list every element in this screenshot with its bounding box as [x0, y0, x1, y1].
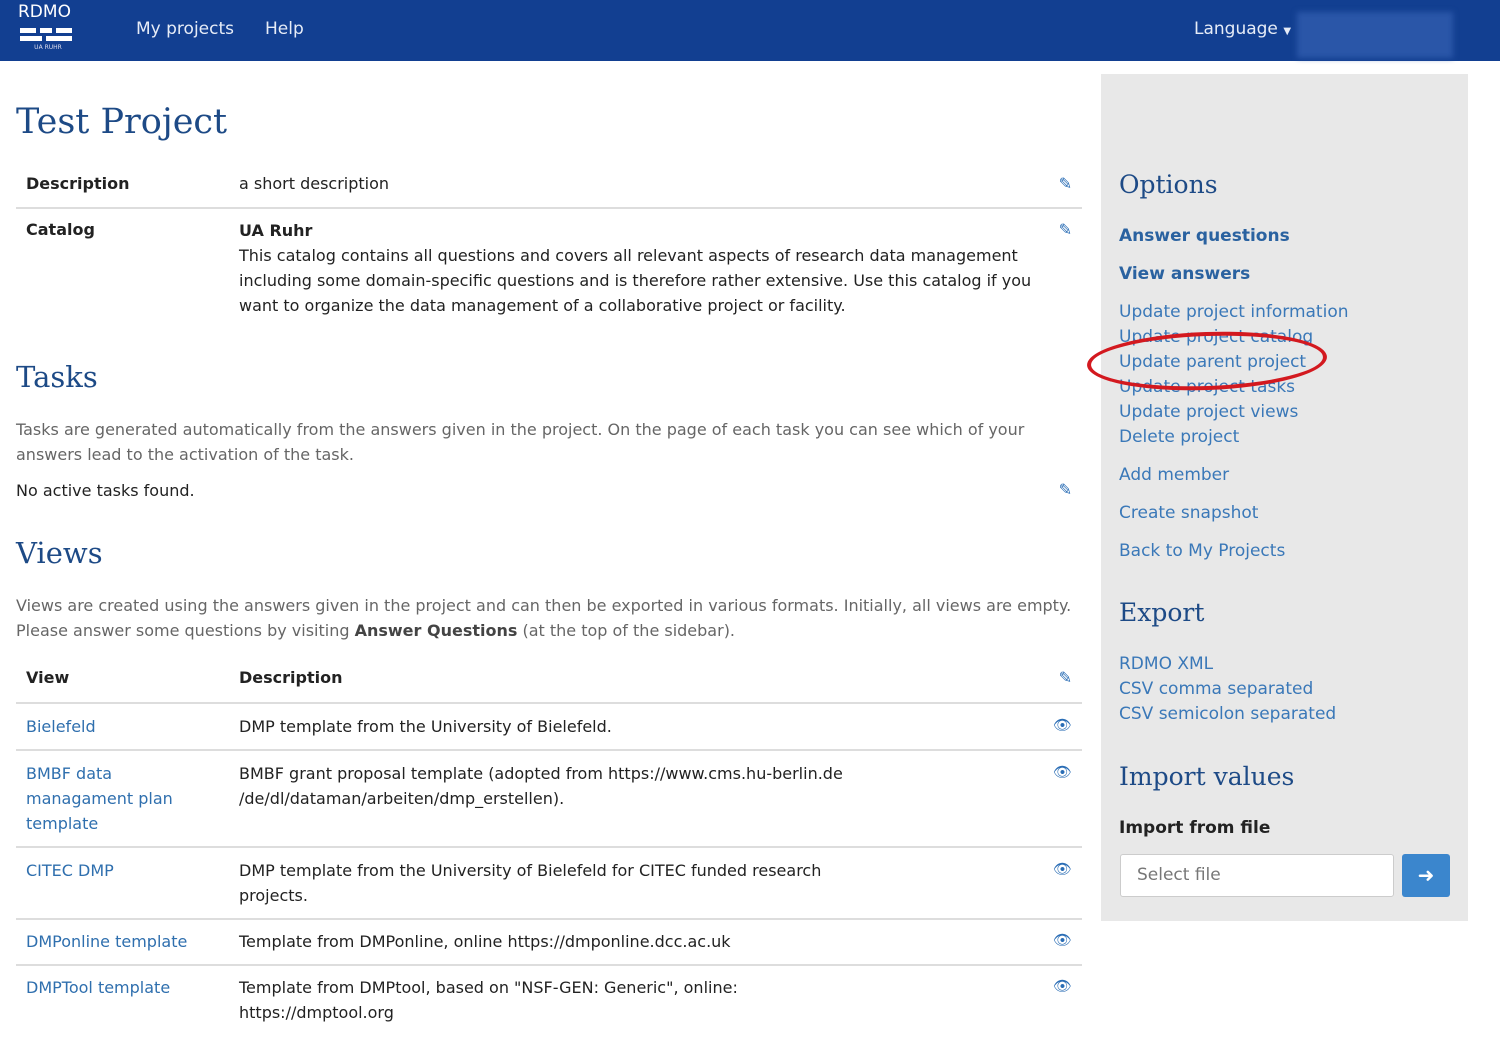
- language-dropdown[interactable]: Language ▼: [1194, 19, 1291, 39]
- tasks-empty: No active tasks found.: [16, 481, 195, 500]
- view-link[interactable]: BMBF data managament plan template: [26, 761, 196, 836]
- eye-icon[interactable]: 👁: [1053, 860, 1072, 878]
- nav-help[interactable]: Help: [265, 19, 304, 39]
- col-view: View: [26, 668, 70, 687]
- user-menu-blurred[interactable]: [1297, 12, 1453, 58]
- update-views-link[interactable]: Update project views: [1119, 402, 1298, 422]
- nav-my-projects[interactable]: My projects: [136, 19, 234, 39]
- delete-project-link[interactable]: Delete project: [1119, 427, 1239, 447]
- page-title: Test Project: [16, 102, 228, 142]
- catalog-label: Catalog: [26, 220, 95, 239]
- edit-pencil-icon[interactable]: ✎: [1059, 668, 1072, 687]
- table-row: BMBF data managament plan template BMBF …: [16, 751, 1082, 848]
- description-row: Description a short description ✎: [16, 163, 1082, 209]
- create-snapshot-link[interactable]: Create snapshot: [1119, 503, 1258, 523]
- back-link[interactable]: Back to My Projects: [1119, 541, 1285, 561]
- view-link[interactable]: CITEC DMP: [26, 858, 114, 883]
- export-xml-link[interactable]: RDMO XML: [1119, 654, 1213, 674]
- view-description: Template from DMPtool, based on "NSF-GEN…: [239, 978, 738, 1022]
- language-label: Language: [1194, 19, 1278, 39]
- catalog-row: Catalog UA Ruhr This catalog contains al…: [16, 209, 1082, 327]
- view-link[interactable]: DMPonline template: [26, 929, 187, 954]
- description-label: Description: [26, 174, 130, 193]
- table-row: DMPTool template Template from DMPtool, …: [16, 966, 1082, 1038]
- catalog-text: This catalog contains all questions and …: [239, 246, 1032, 315]
- arrow-right-icon[interactable]: ➜: [1402, 854, 1450, 897]
- view-description: Template from DMPonline, online https://…: [239, 932, 731, 951]
- view-link[interactable]: DMPTool template: [26, 975, 170, 1000]
- export-csv-comma-link[interactable]: CSV comma separated: [1119, 679, 1313, 699]
- eye-icon[interactable]: 👁: [1053, 763, 1072, 781]
- edit-pencil-icon[interactable]: ✎: [1059, 480, 1072, 499]
- table-row: CITEC DMP DMP template from the Universi…: [16, 848, 1082, 920]
- eye-icon[interactable]: 👁: [1053, 931, 1072, 949]
- edit-pencil-icon[interactable]: ✎: [1059, 220, 1072, 239]
- brand-text: RDMO: [18, 2, 71, 22]
- answer-questions-link[interactable]: Answer questions: [1119, 226, 1290, 246]
- add-member-link[interactable]: Add member: [1119, 465, 1229, 485]
- view-description: DMP template from the University of Biel…: [239, 717, 612, 736]
- eye-icon[interactable]: 👁: [1053, 977, 1072, 995]
- view-link[interactable]: Bielefeld: [26, 714, 96, 739]
- table-row: DMPonline template Template from DMPonli…: [16, 920, 1082, 966]
- export-csv-semicolon-link[interactable]: CSV semicolon separated: [1119, 704, 1336, 724]
- navbar: RDMO UA RUHR My projects Help Language ▼: [0, 0, 1500, 61]
- rdmo-logo[interactable]: RDMO UA RUHR: [18, 2, 78, 51]
- file-input[interactable]: Select file: [1120, 854, 1394, 897]
- import-label: Import from file: [1119, 818, 1271, 838]
- catalog-name: UA Ruhr: [239, 221, 313, 240]
- table-row: Bielefeld DMP template from the Universi…: [16, 704, 1082, 751]
- export-heading: Export: [1119, 598, 1205, 627]
- edit-pencil-icon[interactable]: ✎: [1059, 174, 1072, 193]
- col-description: Description: [239, 668, 343, 687]
- views-table-header: View Description ✎: [16, 656, 1082, 704]
- tasks-intro: Tasks are generated automatically from t…: [16, 420, 1025, 464]
- options-heading: Options: [1119, 170, 1218, 199]
- caret-down-icon: ▼: [1283, 26, 1292, 37]
- brand-sub: UA RUHR: [34, 44, 62, 51]
- eye-icon[interactable]: 👁: [1053, 716, 1072, 734]
- view-description: DMP template from the University of Biel…: [239, 861, 822, 905]
- views-intro: Views are created using the answers give…: [16, 596, 1072, 640]
- view-answers-link[interactable]: View answers: [1119, 264, 1250, 284]
- update-info-link[interactable]: Update project information: [1119, 302, 1349, 322]
- tasks-heading: Tasks: [16, 360, 98, 394]
- views-heading: Views: [16, 536, 103, 570]
- sidebar: Options Answer questions View answers Up…: [1086, 74, 1468, 921]
- import-heading: Import values: [1119, 762, 1295, 791]
- logo-bars-icon: [18, 28, 78, 42]
- view-description: BMBF grant proposal template (adopted fr…: [239, 764, 843, 808]
- description-value: a short description: [239, 174, 390, 193]
